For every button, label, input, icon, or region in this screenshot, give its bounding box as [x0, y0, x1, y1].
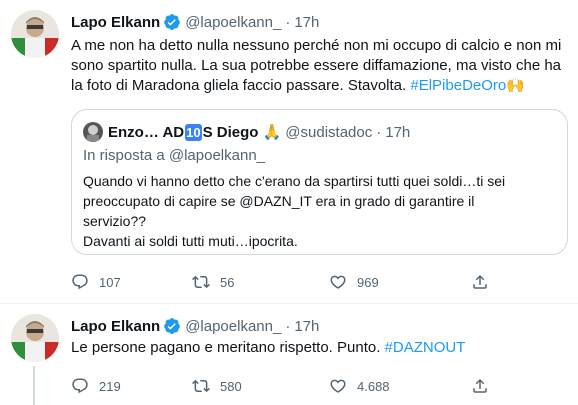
heart-icon	[330, 275, 346, 289]
quoted-name-part: Enzo… AD	[108, 124, 185, 141]
share-button[interactable]	[471, 273, 489, 291]
quoted-timestamp[interactable]: 17h	[385, 124, 410, 141]
quoted-author-name[interactable]: Enzo… AD 10 S Diego 🙏	[108, 123, 281, 141]
like-count: 969	[357, 274, 379, 290]
retweet-icon	[192, 379, 210, 393]
tweet-header: Lapo Elkann @lapoelkann_ · 17h	[71, 12, 319, 32]
verified-badge-icon	[163, 13, 181, 31]
reply-icon	[72, 378, 88, 394]
avatar[interactable]	[11, 10, 59, 58]
separator-dot: ·	[376, 123, 382, 141]
retweet-button[interactable]: 56	[192, 273, 234, 291]
verified-badge-icon	[163, 317, 181, 335]
reply-count: 219	[99, 378, 121, 394]
reply-count: 107	[99, 274, 121, 290]
separator-dot: ·	[285, 13, 291, 31]
hashtag-link[interactable]: #DAZNOUT	[385, 339, 466, 356]
separator-dot: ·	[285, 317, 291, 335]
reply-icon	[72, 274, 88, 290]
quoted-tweet[interactable]: Enzo… AD 10 S Diego 🙏 @sudistadoc · 17h In…	[71, 109, 568, 255]
quoted-avatar	[83, 122, 103, 142]
retweet-count: 580	[220, 378, 242, 394]
author-name[interactable]: Lapo Elkann	[71, 318, 160, 335]
reply-button[interactable]: 219	[71, 377, 121, 395]
quoted-text-line: Davanti ai soldi tutti muti…ipocrita.	[83, 233, 298, 249]
quoted-author-handle[interactable]: @sudistadoc	[285, 124, 372, 141]
quoted-text-line: preoccupato di capire se @DAZN_IT era in…	[83, 193, 475, 209]
like-button[interactable]: 969	[329, 273, 379, 291]
quoted-name-badge: 10	[185, 124, 202, 141]
tweet-header: Lapo Elkann @lapoelkann_ · 17h	[71, 316, 319, 336]
quoted-text-line: Quando vi hanno detto che c'erano da spa…	[83, 173, 506, 189]
quoted-tweet-header: Enzo… AD 10 S Diego 🙏 @sudistadoc · 17h	[83, 122, 410, 142]
hashtag-link[interactable]: #ElPibeDeOro	[410, 77, 506, 94]
share-button[interactable]	[471, 377, 489, 395]
raising-hands-emoji: 🙌	[506, 77, 525, 94]
retweet-count: 56	[220, 274, 235, 290]
heart-icon	[330, 379, 346, 393]
retweet-icon	[192, 275, 210, 289]
reply-to-label: In risposta a @lapoelkann_	[83, 147, 266, 164]
quoted-tweet-text: Quando vi hanno detto che c'erano da spa…	[83, 171, 555, 251]
quoted-text-line: servizio??	[83, 213, 147, 229]
timestamp[interactable]: 17h	[294, 318, 319, 335]
tweet-text: A me non ha detto nulla nessuno perché n…	[71, 36, 566, 96]
author-name[interactable]: Lapo Elkann	[71, 14, 160, 31]
tweet-1[interactable]: Lapo Elkann @lapoelkann_ · 17h A me non …	[0, 0, 578, 303]
share-icon	[473, 378, 487, 393]
reply-button[interactable]: 107	[71, 273, 121, 291]
quoted-name-part: S Diego	[202, 124, 259, 141]
timestamp[interactable]: 17h	[294, 14, 319, 31]
like-button[interactable]: 4.688	[329, 377, 390, 395]
tweet-body: Le persone pagano e meritano rispetto. P…	[71, 339, 381, 356]
praying-hands-emoji: 🙏	[262, 124, 282, 141]
like-count: 4.688	[357, 378, 390, 394]
tweet-text: Le persone pagano e meritano rispetto. P…	[71, 338, 566, 358]
author-handle[interactable]: @lapoelkann_	[185, 318, 281, 335]
avatar[interactable]	[11, 314, 59, 362]
tweet-2[interactable]: Lapo Elkann @lapoelkann_ · 17h Le person…	[0, 304, 578, 405]
share-icon	[473, 274, 487, 289]
retweet-button[interactable]: 580	[192, 377, 242, 395]
author-handle[interactable]: @lapoelkann_	[185, 14, 281, 31]
thread-line	[33, 366, 35, 405]
